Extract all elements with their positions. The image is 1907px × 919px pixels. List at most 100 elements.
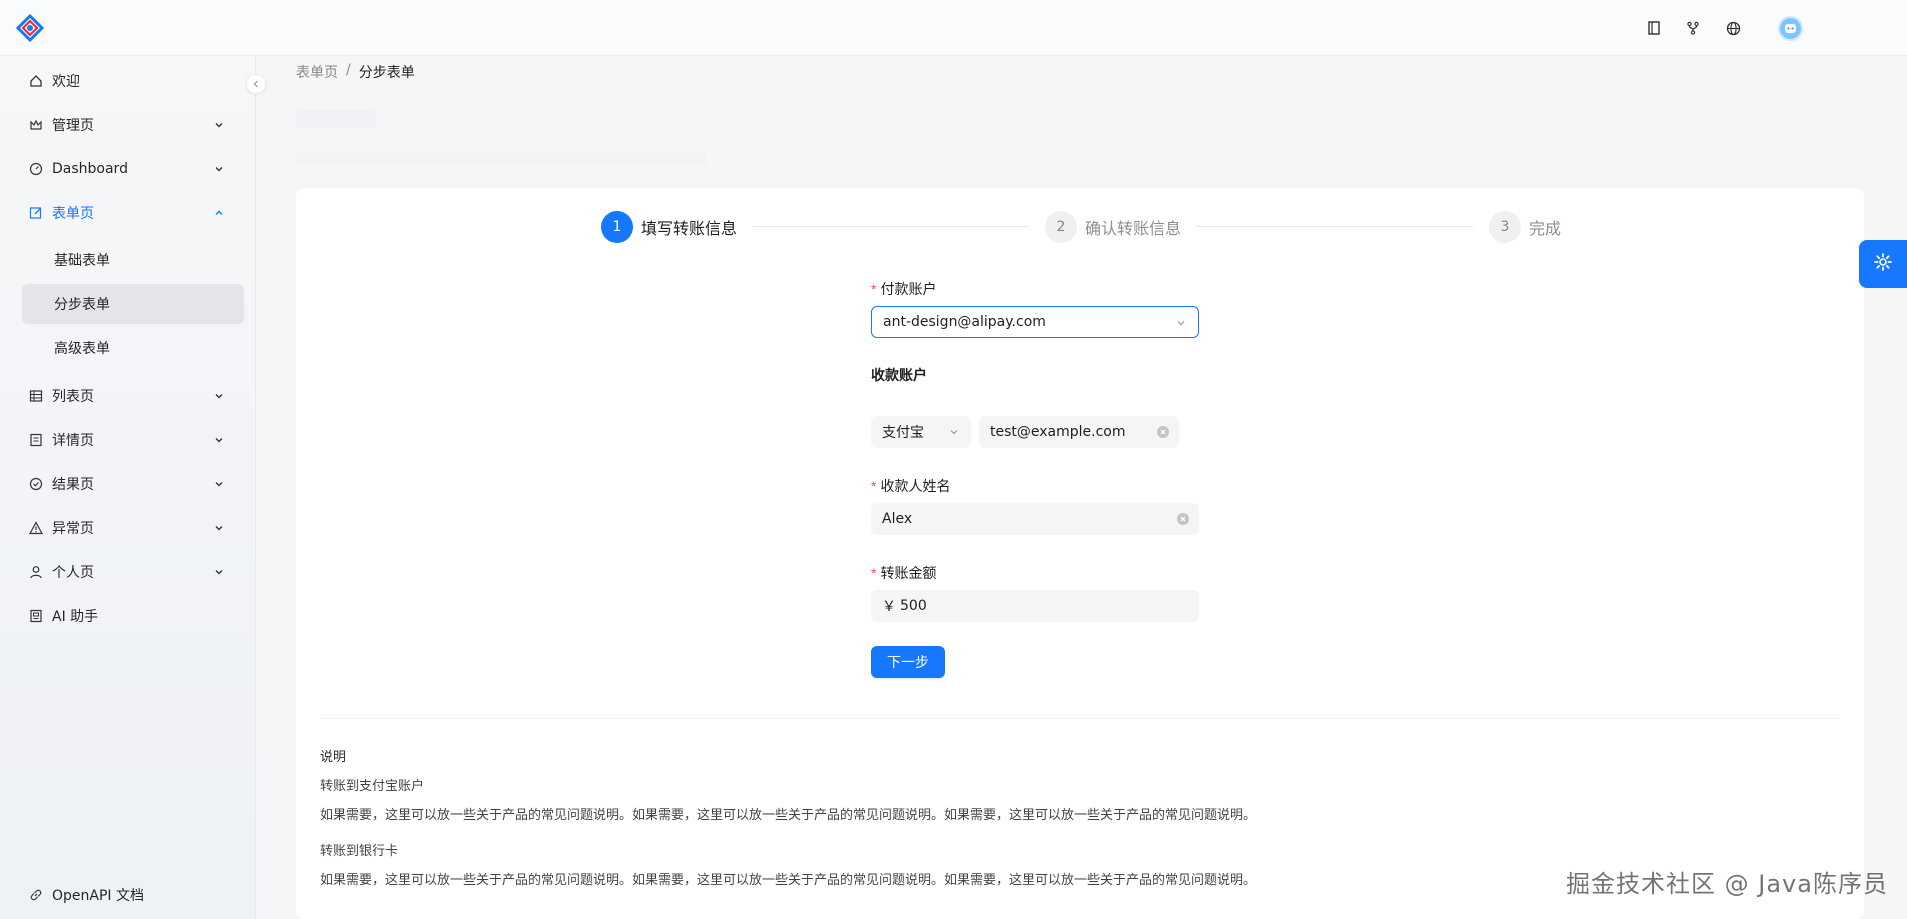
description-section1-text: 如果需要，这里可以放一些关于产品的常见问题说明。如果需要，这里可以放一些关于产品…: [320, 808, 1257, 823]
pay-account-select[interactable]: ant-design@alipay.com: [871, 306, 1199, 338]
amount-prefix: ￥: [882, 599, 896, 615]
breadcrumb-separator: /: [346, 62, 351, 78]
step-1: 1 填写转账信息: [601, 211, 737, 243]
description-title: 说明: [320, 750, 347, 765]
fork-icon[interactable]: [1682, 17, 1704, 39]
gear-icon: [1873, 252, 1893, 276]
sidebar-item-label: 详情页: [52, 433, 94, 449]
clear-icon[interactable]: [1177, 513, 1189, 525]
step-connector: [753, 226, 1029, 227]
description-section1-title: 转账到支付宝账户: [320, 779, 425, 794]
dashboard-icon: [28, 161, 44, 177]
pay-account-value: ant-design@alipay.com: [883, 314, 1046, 330]
submenu-item-basic-form[interactable]: 基础表单: [22, 240, 244, 280]
home-icon: [28, 73, 44, 89]
clear-icon[interactable]: [1157, 426, 1169, 438]
top-header: [0, 0, 1907, 56]
receiver-name-input[interactable]: Alex: [871, 503, 1199, 535]
sidebar-item-label: 表单页: [52, 206, 94, 222]
sidebar-item-label: AI 助手: [52, 609, 99, 625]
logo-icon[interactable]: [15, 13, 45, 43]
step-1-title: 填写转账信息: [641, 219, 738, 238]
sidebar-item-account[interactable]: 个人页: [22, 552, 244, 592]
chevron-down-icon: [212, 433, 226, 447]
chevron-down-icon: [212, 162, 226, 176]
amount-input[interactable]: ￥ 500: [871, 590, 1199, 622]
crown-icon: [28, 117, 44, 133]
sidebar-item-ai-assistant[interactable]: AI 助手: [22, 596, 244, 636]
receive-account-label: 收款账户: [871, 368, 927, 384]
chevron-down-icon: [212, 565, 226, 579]
sidebar-item-label: 异常页: [52, 521, 94, 537]
receive-type-value: 支付宝: [882, 425, 924, 441]
chevron-down-icon: [212, 521, 226, 535]
receive-account-input[interactable]: test@example.com: [979, 416, 1179, 448]
robot-icon: [28, 608, 44, 624]
check-circle-icon: [28, 476, 44, 492]
receiver-name-value: Alex: [882, 511, 913, 527]
required-mark: *: [871, 281, 877, 297]
breadcrumb-parent[interactable]: 表单页: [296, 62, 338, 82]
next-step-button[interactable]: 下一步: [871, 646, 945, 678]
sidebar-item-welcome[interactable]: 欢迎: [22, 61, 244, 101]
collapse-sidebar-button[interactable]: [246, 74, 266, 94]
receive-type-select[interactable]: 支付宝: [871, 416, 971, 448]
required-mark: *: [871, 478, 877, 494]
page-description-placeholder: [296, 152, 706, 166]
sidebar-item-exception[interactable]: 异常页: [22, 508, 244, 548]
submenu-item-label: 高级表单: [54, 341, 110, 357]
receive-account-value: test@example.com: [990, 424, 1126, 440]
sidebar-item-admin[interactable]: 管理页: [22, 105, 244, 145]
receiver-name-label-text: 收款人姓名: [880, 479, 951, 495]
avatar[interactable]: [1778, 16, 1803, 41]
chevron-down-icon: [212, 477, 226, 491]
page-title-placeholder: [296, 110, 376, 128]
breadcrumb-current: 分步表单: [358, 65, 415, 81]
description-section2-title: 转账到银行卡: [320, 844, 399, 859]
sidebar-item-dashboard[interactable]: Dashboard: [22, 149, 244, 189]
chevron-up-icon: [212, 206, 226, 220]
submenu-item-advanced-form[interactable]: 高级表单: [22, 328, 244, 368]
step-connector: [1197, 226, 1473, 227]
step-2: 2 确认转账信息: [1045, 211, 1181, 243]
step-1-number: 1: [601, 211, 633, 243]
openapi-docs-link[interactable]: OpenAPI 文档: [22, 880, 144, 910]
step-3: 3 完成: [1489, 211, 1561, 243]
settings-drawer-button[interactable]: [1859, 240, 1907, 288]
step-3-title: 完成: [1529, 219, 1562, 238]
description-section2-text: 如果需要，这里可以放一些关于产品的常见问题说明。如果需要，这里可以放一些关于产品…: [320, 873, 1257, 888]
submenu-item-step-form[interactable]: 分步表单: [22, 284, 244, 324]
step-2-number: 2: [1045, 211, 1077, 243]
submenu-item-label: 分步表单: [54, 297, 110, 313]
sidebar-item-label: 结果页: [52, 477, 94, 493]
link-icon: [28, 887, 44, 903]
required-mark: *: [871, 565, 877, 581]
warning-icon: [28, 520, 44, 536]
sidebar-item-form[interactable]: 表单页: [22, 193, 244, 233]
amount-label: * 转账金额: [871, 563, 936, 583]
chevron-down-icon: [1175, 317, 1187, 329]
sidebar-item-label: 欢迎: [52, 74, 80, 90]
step-2-title: 确认转账信息: [1085, 219, 1182, 238]
sidebar-item-result[interactable]: 结果页: [22, 464, 244, 504]
form-icon: [28, 205, 44, 221]
submenu-item-label: 基础表单: [54, 253, 110, 269]
chevron-down-icon: [948, 426, 960, 438]
divider: [320, 718, 1840, 719]
breadcrumb: 表单页 / 分步表单: [296, 62, 415, 82]
sidebar-item-list[interactable]: 列表页: [22, 376, 244, 416]
sidebar-item-label: 个人页: [52, 565, 94, 581]
sidebar-item-profile[interactable]: 详情页: [22, 420, 244, 460]
amount-label-text: 转账金额: [880, 566, 937, 582]
sidebar-item-label: 列表页: [52, 389, 94, 405]
book-icon[interactable]: [1643, 17, 1665, 39]
sidebar-item-label: Dashboard: [52, 161, 128, 177]
pay-account-label: * 付款账户: [871, 279, 936, 299]
table-icon: [28, 388, 44, 404]
watermark: 掘金技术社区 @ Java陈序员: [1566, 870, 1888, 898]
chevron-down-icon: [212, 389, 226, 403]
step-3-number: 3: [1489, 211, 1521, 243]
globe-icon[interactable]: [1722, 17, 1744, 39]
chevron-down-icon: [212, 118, 226, 132]
amount-value: 500: [900, 598, 927, 614]
